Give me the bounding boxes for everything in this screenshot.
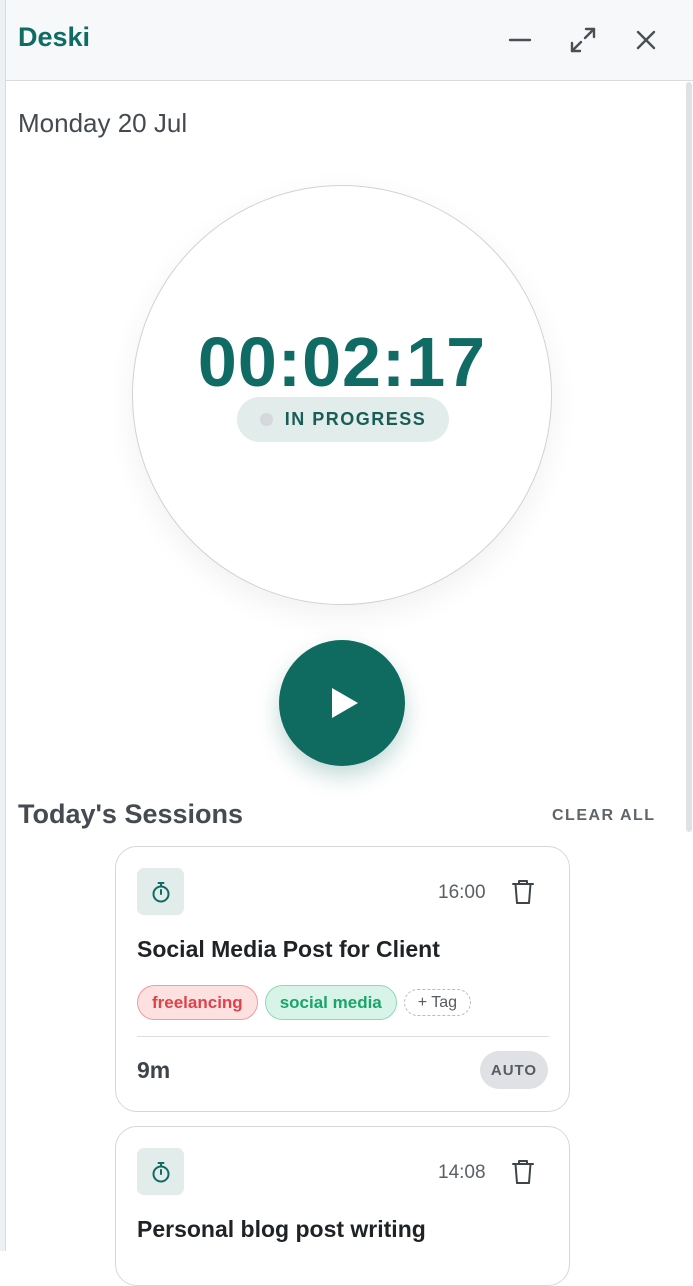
play-button[interactable]	[279, 640, 405, 766]
title-bar: Deski	[6, 0, 693, 81]
current-date: Monday 20 Jul	[18, 108, 188, 138]
session-title: Social Media Post for Client	[137, 936, 440, 962]
minimize-button[interactable]	[500, 20, 540, 60]
status-dot-icon	[259, 413, 273, 426]
session-type-badge	[137, 1148, 184, 1195]
session-duration: 9m	[137, 1057, 171, 1083]
tag-social-media[interactable]: social media	[264, 985, 397, 1020]
app-title: Deski	[18, 22, 91, 52]
session-tags: freelancing social media + Tag	[137, 985, 472, 1020]
play-icon	[332, 688, 358, 718]
maximize-icon	[570, 27, 596, 53]
stopwatch-icon	[152, 881, 169, 902]
add-tag-button[interactable]: + Tag	[403, 989, 472, 1016]
session-title: Personal blog post writing	[137, 1216, 426, 1242]
session-start-time: 14:08	[438, 1162, 486, 1183]
window-edge	[0, 0, 6, 1251]
trash-icon	[512, 880, 534, 904]
session-type-badge	[137, 868, 184, 915]
sessions-heading: Today's Sessions	[18, 799, 244, 829]
status-badge: IN PROGRESS	[237, 397, 449, 442]
stopwatch-icon	[152, 1161, 169, 1182]
session-start-time: 16:00	[438, 882, 486, 903]
elapsed-time: 00:02:17	[197, 323, 487, 401]
minimize-icon	[508, 38, 532, 42]
session-mode-badge: AUTO	[480, 1051, 548, 1089]
scrollbar[interactable]	[686, 82, 692, 832]
clear-all-button[interactable]: CLEAR ALL	[552, 807, 656, 825]
session-card[interactable]: 16:00 Social Media Post for Client freel…	[115, 846, 570, 1112]
close-button[interactable]	[626, 20, 666, 60]
trash-icon	[512, 1160, 534, 1184]
card-divider	[137, 1036, 549, 1037]
delete-session-button[interactable]	[506, 1155, 540, 1189]
close-icon	[636, 30, 656, 50]
session-card[interactable]: 14:08 Personal blog post writing	[115, 1126, 570, 1286]
delete-session-button[interactable]	[506, 875, 540, 909]
timer-dial: 00:02:17 IN PROGRESS	[132, 185, 552, 605]
tag-freelancing[interactable]: freelancing	[137, 985, 258, 1020]
maximize-button[interactable]	[563, 20, 603, 60]
status-label: IN PROGRESS	[284, 409, 427, 429]
